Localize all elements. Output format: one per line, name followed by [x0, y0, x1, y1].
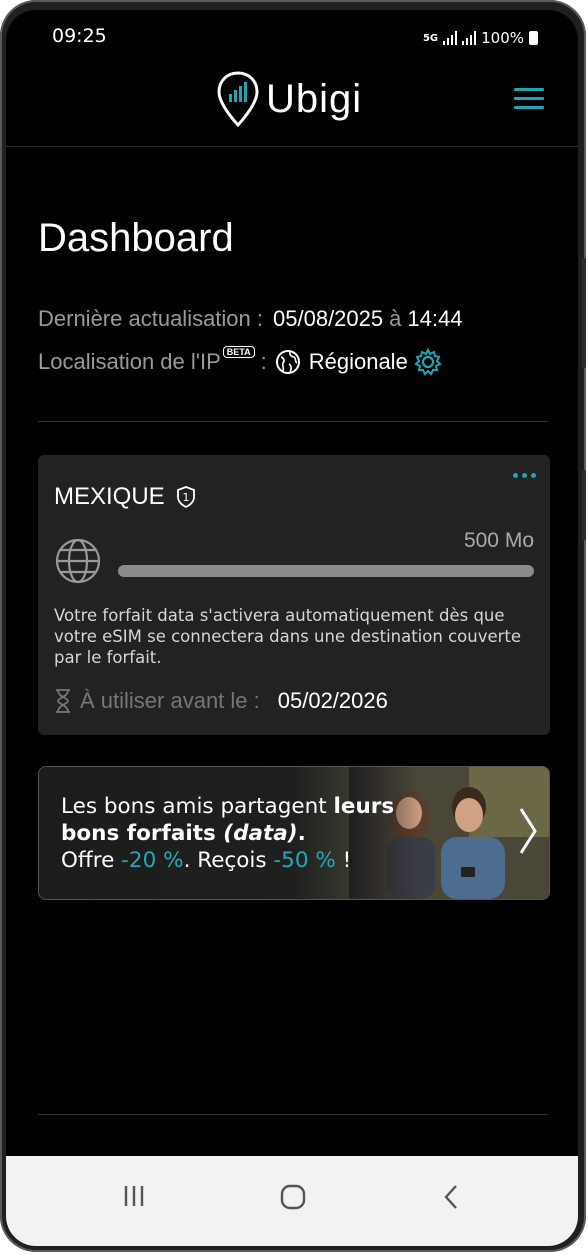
plan-quota: 500 Mo [463, 529, 534, 552]
shield-number: 1 [182, 491, 189, 504]
plan-description: Votre forfait data s'activera automatiqu… [54, 606, 522, 667]
battery-percent: 100% [481, 29, 524, 47]
battery-icon [529, 31, 538, 45]
last-update-sep: à [389, 306, 402, 331]
promo-line2-bold: bons forfaits [61, 821, 224, 846]
referral-promo-banner[interactable]: Les bons amis partagent leurs bons forfa… [38, 766, 550, 900]
beta-badge: BETA [222, 346, 255, 358]
back-icon[interactable] [442, 1184, 460, 1210]
promo-text: Les bons amis partagent leurs bons forfa… [61, 793, 394, 874]
promo-line3-b: . Reçois [183, 848, 274, 873]
last-update-time: 14:44 [407, 306, 463, 331]
promo-discount-1: -20 % [121, 848, 184, 873]
chevron-right-icon[interactable] [517, 805, 539, 857]
status-indicators: 5G 100% [423, 29, 538, 47]
more-dots-icon[interactable] [513, 473, 536, 478]
expiry-date: 05/02/2026 [277, 688, 388, 713]
location-pin-icon [217, 71, 259, 128]
shield-number-icon: 1 [176, 486, 195, 509]
promo-line1-regular: Les bons amis partagent [61, 794, 334, 819]
logo-text: Ubigi [266, 76, 363, 121]
plan-country: MEXIQUE [54, 483, 165, 510]
recent-apps-icon[interactable] [122, 1184, 146, 1208]
hamburger-menu-icon[interactable] [514, 88, 544, 110]
app-header: Ubigi [6, 58, 578, 147]
signal-icon [443, 31, 458, 45]
home-icon[interactable] [280, 1184, 306, 1210]
page-title: Dashboard [38, 216, 234, 260]
promo-line3-a: Offre [61, 848, 122, 873]
globe-small-icon [275, 350, 300, 374]
ip-location-value[interactable]: Régionale [309, 349, 408, 375]
expiry-row: À utiliser avant le : 05/02/2026 [54, 688, 388, 714]
volume-button [582, 258, 586, 368]
android-nav-bar [6, 1156, 578, 1246]
promo-line2-italic: (data) [223, 821, 298, 846]
ip-location-row: Localisation de l'IP BETA : Régionale [38, 346, 442, 376]
usage-progress-fill [118, 565, 534, 577]
app-screen: 09:25 5G 100% Ubigi Dashboard Dernière a… [6, 10, 578, 1246]
gear-icon[interactable] [414, 348, 442, 376]
promo-discount-2: -50 % [273, 848, 336, 873]
phone-frame: 09:25 5G 100% Ubigi Dashboard Dernière a… [0, 0, 586, 1252]
last-update-row: Dernière actualisation : 05/08/2025 à 14… [38, 306, 462, 332]
ip-location-label: Localisation de l'IP [38, 349, 221, 374]
signal-icon-2 [462, 31, 477, 45]
last-update-label: Dernière actualisation : [38, 306, 264, 331]
network-type: 5G [422, 32, 439, 44]
bottom-divider [38, 1114, 548, 1115]
plan-card-title: MEXIQUE 1 [54, 483, 197, 511]
expiry-label: À utiliser avant le : [80, 688, 260, 713]
plan-card[interactable]: MEXIQUE 1 500 Mo Votre forfait data s'ac… [38, 455, 550, 735]
power-button [582, 470, 586, 540]
promo-line3-c: ! [335, 848, 352, 873]
globe-icon [55, 538, 101, 584]
usage-progress-bar [118, 565, 534, 577]
status-bar: 09:25 5G 100% [6, 10, 578, 58]
status-time: 09:25 [52, 25, 107, 47]
section-divider [38, 421, 548, 422]
last-update-date: 05/08/2025 [273, 306, 384, 331]
ip-colon: : [260, 349, 267, 374]
promo-line2-end: . [297, 821, 306, 846]
hourglass-icon [56, 689, 70, 713]
promo-line1-bold: leurs [333, 794, 395, 819]
ubigi-logo[interactable]: Ubigi [216, 70, 362, 128]
